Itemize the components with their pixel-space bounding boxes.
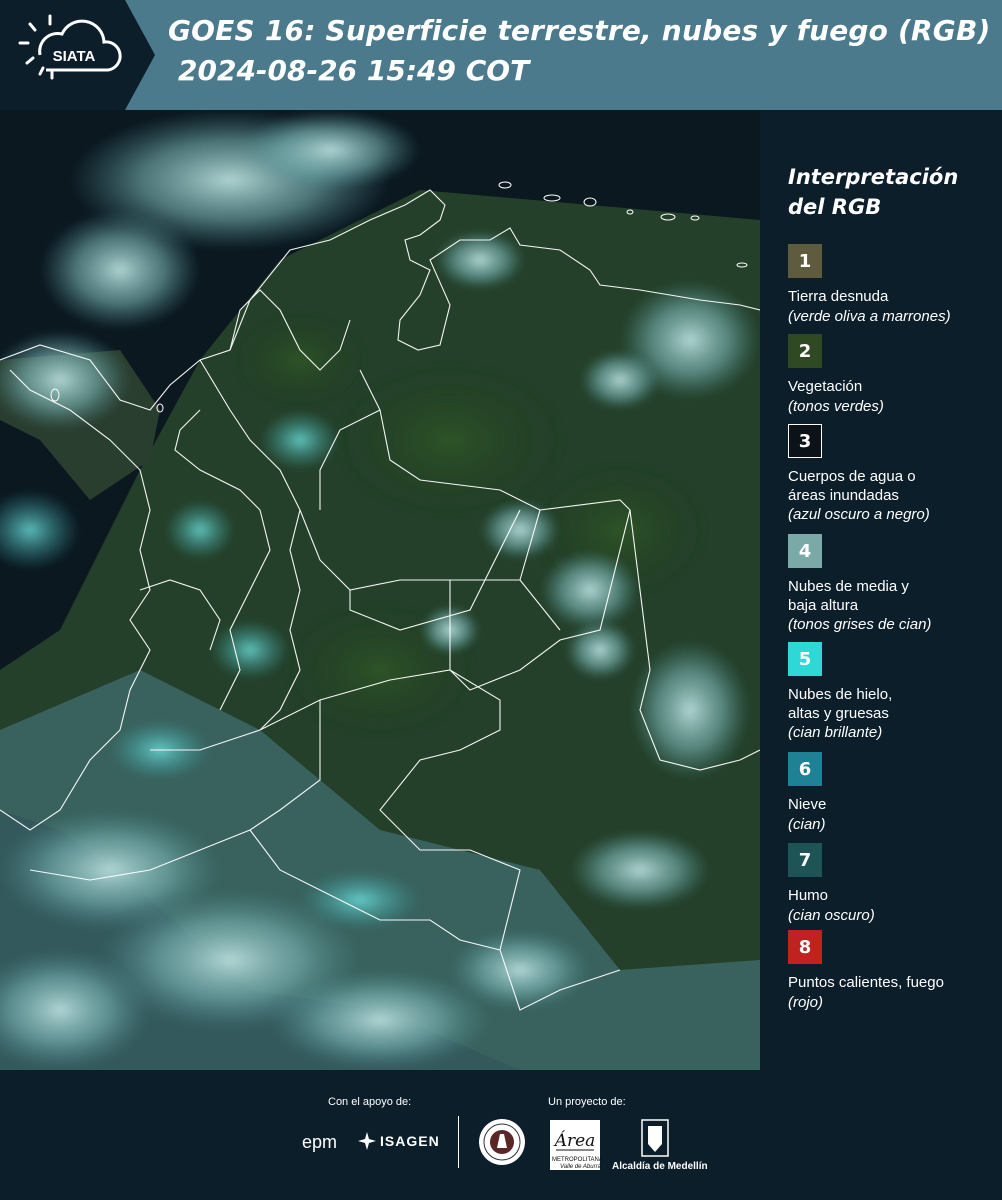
legend-item: 1 Tierra desnuda (verde oliva a marrones) xyxy=(788,244,1000,326)
legend-description: (tonos grises de cian) xyxy=(788,616,932,633)
footer-divider xyxy=(458,1116,459,1168)
siata-logo[interactable]: SIATA xyxy=(0,0,155,110)
support-caption: Con el apoyo de: xyxy=(328,1096,412,1108)
legend-title: Interpretación del RGB xyxy=(788,165,959,219)
legend-swatch: 4 xyxy=(788,534,822,568)
legend-swatch: 7 xyxy=(788,843,822,877)
legend-swatch: 6 xyxy=(788,752,822,786)
legend-label: Nubes de hielo, altas y gruesas xyxy=(788,686,893,722)
legend-description: (azul oscuro a negro) xyxy=(788,506,930,523)
legend-item: 7 Humo (cian oscuro) xyxy=(788,843,1000,925)
legend-label: Tierra desnuda xyxy=(788,288,889,305)
timestamp: 2024-08-26 15:49 COT xyxy=(178,54,530,87)
legend-swatch: 8 xyxy=(788,930,822,964)
legend-description: (cian) xyxy=(788,815,826,833)
legend-description: (tonos verdes) xyxy=(788,397,884,415)
legend-label: Nieve xyxy=(788,796,827,813)
isagen-star-icon xyxy=(358,1132,376,1150)
seal-logo-icon[interactable] xyxy=(478,1118,526,1166)
legend-label: Humo xyxy=(788,887,829,904)
legend-item: 4 Nubes de media y baja altura (tonos gris… xyxy=(788,534,1000,634)
legend-swatch: 1 xyxy=(788,244,822,278)
legend-item: 8 Puntos calientes, fuego (rojo) xyxy=(788,930,1000,1012)
satellite-map[interactable] xyxy=(0,110,760,1070)
amva-area-icon: Área xyxy=(553,1130,596,1151)
satellite-image xyxy=(0,110,760,1070)
legend-item: 3 Cuerpos de agua o áreas inundadas (azul … xyxy=(788,424,1000,524)
isagen-logo[interactable]: ISAGEN xyxy=(358,1130,440,1152)
alcaldia-crest-icon[interactable] xyxy=(640,1118,670,1158)
legend-label: Nubes de media y baja altura xyxy=(788,578,909,614)
amva-subtitle-1: METROPOLITANA xyxy=(552,1157,603,1163)
legend-description: (rojo) xyxy=(788,993,824,1011)
legend-swatch: 5 xyxy=(788,642,822,676)
legend-label: Vegetación xyxy=(788,378,863,395)
legend-swatch: 2 xyxy=(788,334,822,368)
alcaldia-text: Alcaldía de Medellín xyxy=(612,1161,708,1172)
siata-logo-icon: SIATA xyxy=(0,0,155,110)
legend-description: (verde oliva a marrones) xyxy=(788,307,951,325)
isagen-text: ISAGEN xyxy=(380,1133,440,1149)
footer: Con el apoyo de: Un proyecto de: epm ISA… xyxy=(0,1070,1002,1200)
legend-item: 2 Vegetación (tonos verdes) xyxy=(788,334,1000,416)
legend-label: Puntos calientes, fuego xyxy=(788,974,944,991)
amva-subtitle-2: Valle de Aburrá xyxy=(560,1164,601,1170)
legend-label: Cuerpos de agua o áreas inundadas xyxy=(788,468,916,504)
epm-logo[interactable]: epm xyxy=(302,1132,337,1153)
logo-text: SIATA xyxy=(53,48,96,65)
legend-item: 6 Nieve (cian) xyxy=(788,752,1000,834)
project-caption: Un proyecto de: xyxy=(548,1096,626,1108)
legend-swatch: 3 xyxy=(788,424,822,458)
amva-area-text: Área xyxy=(553,1130,596,1151)
legend-item: 5 Nubes de hielo, altas y gruesas (cian br… xyxy=(788,642,1000,742)
legend-description: (cian brillante) xyxy=(788,724,883,741)
page-title: GOES 16: Superficie terrestre, nubes y f… xyxy=(168,14,991,47)
header-bar: SIATA GOES 16: Superficie terrestre, nub… xyxy=(0,0,1002,110)
legend-panel: Interpretación del RGB 1 Tierra desnuda (v… xyxy=(760,110,1002,1070)
legend-description: (cian oscuro) xyxy=(788,906,875,924)
